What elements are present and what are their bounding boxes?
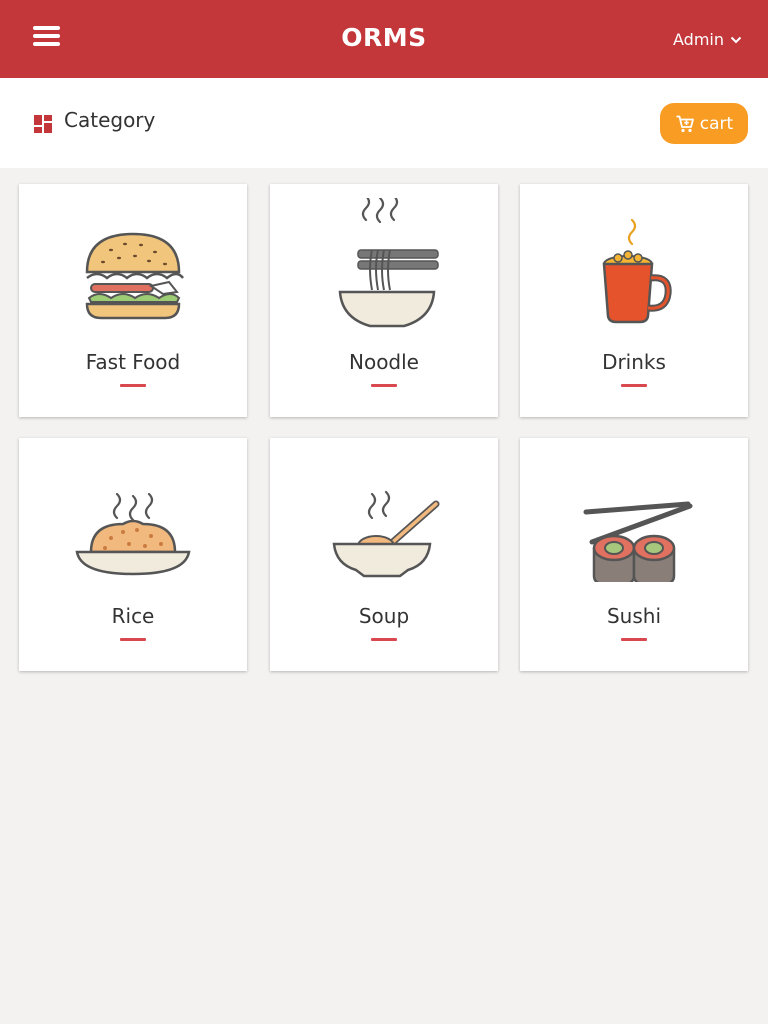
label-underline	[621, 384, 647, 387]
category-card-sushi[interactable]: Sushi	[520, 438, 748, 671]
burger-icon	[85, 232, 184, 320]
category-card-noodle[interactable]: Noodle	[270, 184, 498, 417]
soup-bowl-icon	[332, 490, 440, 578]
cart-icon	[676, 115, 694, 132]
category-label: Soup	[358, 604, 410, 628]
user-menu[interactable]: Admin	[673, 30, 742, 49]
sushi-icon	[583, 501, 693, 582]
cart-label: cart	[699, 113, 734, 134]
category-label: Noodle	[349, 350, 419, 374]
noodle-bowl-icon	[338, 198, 439, 328]
category-card-drinks[interactable]: Drinks	[520, 184, 748, 417]
category-card-fast-food[interactable]: Fast Food	[19, 184, 247, 417]
label-underline	[371, 638, 397, 641]
rice-plate-icon	[75, 492, 191, 576]
cart-button[interactable]: cart	[660, 103, 748, 144]
dashboard-icon	[34, 115, 52, 133]
category-card-soup[interactable]: Soup	[270, 438, 498, 671]
coffee-mug-icon	[602, 218, 672, 324]
label-underline	[120, 638, 146, 641]
label-underline	[371, 384, 397, 387]
user-name: Admin	[673, 30, 724, 49]
category-card-rice[interactable]: Rice	[19, 438, 247, 671]
category-label: Rice	[111, 604, 155, 628]
category-label: Drinks	[602, 350, 666, 374]
label-underline	[120, 384, 146, 387]
app-title: ORMS	[341, 23, 427, 52]
page-title: Category	[64, 108, 156, 132]
chevron-down-icon	[730, 36, 742, 43]
top-bar: ORMS Admin	[0, 0, 768, 78]
label-underline	[621, 638, 647, 641]
category-label: Sushi	[606, 604, 662, 628]
category-label: Fast Food	[85, 350, 181, 374]
